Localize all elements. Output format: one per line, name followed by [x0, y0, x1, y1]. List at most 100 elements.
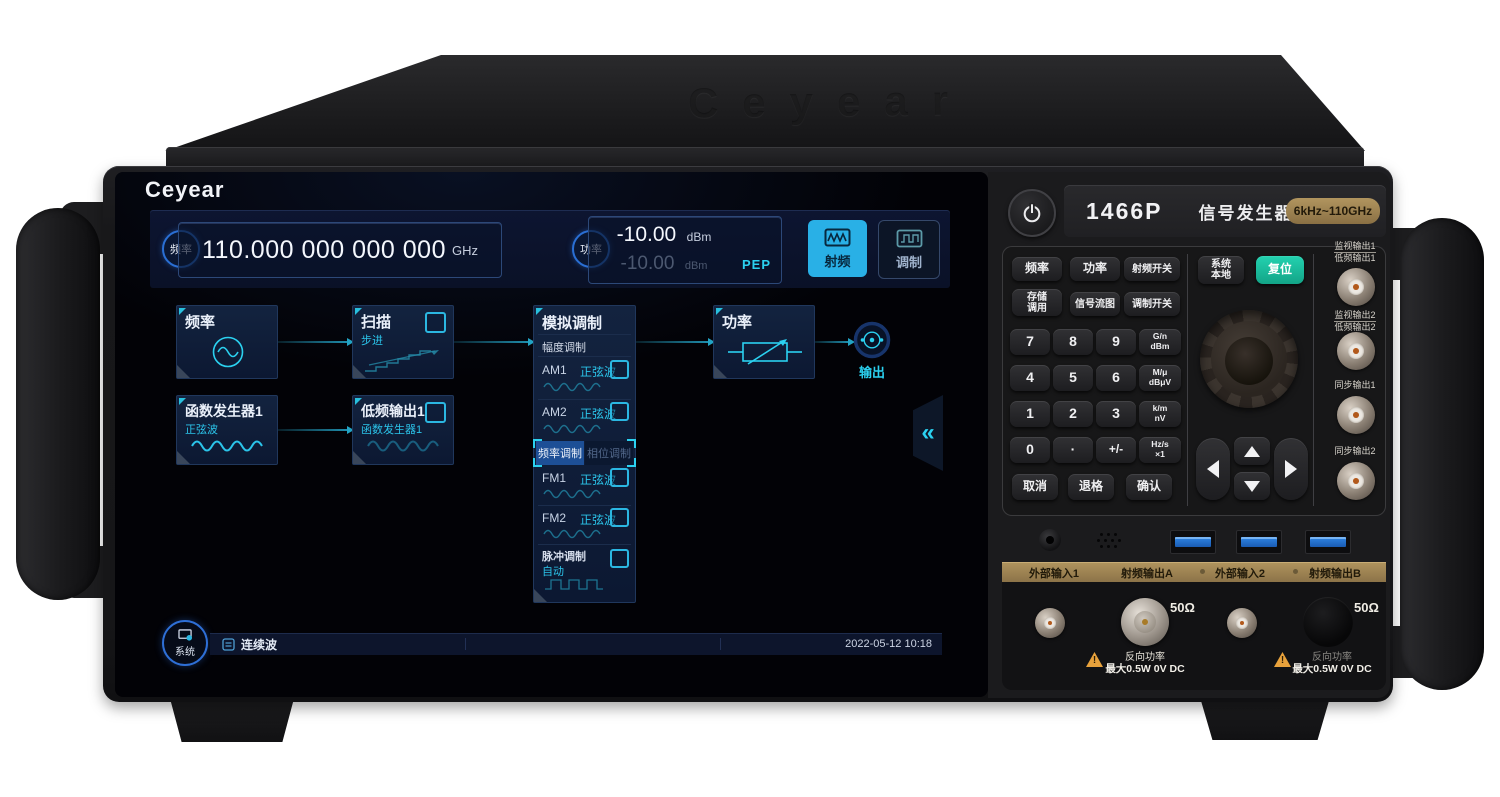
key-2[interactable]: 2 — [1053, 401, 1093, 427]
flow-block-funcgen[interactable]: 函数发生器1 正弦波 — [176, 395, 278, 465]
key-power[interactable]: 功率 — [1070, 257, 1120, 281]
screw — [1200, 569, 1205, 574]
step-sweep-icon — [361, 344, 447, 374]
divider — [538, 399, 631, 400]
am2-checkbox[interactable] — [610, 402, 629, 421]
am1-checkbox[interactable] — [610, 360, 629, 379]
sweep-checkbox[interactable] — [425, 312, 446, 333]
bnc4-label: 同步输出2 — [1318, 446, 1392, 457]
power-display[interactable]: -10.00 dBm -10.00 dBm PEP — [588, 216, 782, 284]
ext-input1-label: 外部输入1 — [1012, 565, 1096, 581]
pulse-checkbox[interactable] — [610, 549, 629, 568]
lfout-title: 低频输出1 — [361, 401, 425, 421]
panel-divider — [1187, 254, 1188, 506]
flow-block-frequency[interactable]: 频率 — [176, 305, 278, 379]
flow-block-power[interactable]: 功率 — [713, 305, 815, 379]
lfout-sine-icon — [365, 436, 443, 456]
am1-wave-icon — [542, 380, 604, 393]
frequency-range-badge: 6kHz~110GHz — [1286, 198, 1380, 224]
key-signal-flow[interactable]: 信号流图 — [1070, 292, 1120, 316]
unit-line2: nV — [1155, 414, 1166, 424]
warn-b-line2: 最大0.5W 0V DC — [1280, 661, 1384, 676]
embossed-brand-logo: Ceyear — [550, 75, 1110, 127]
fm2-checkbox[interactable] — [610, 508, 629, 527]
left-foot — [162, 700, 302, 742]
key-3[interactable]: 3 — [1096, 401, 1136, 427]
key-0[interactable]: 0 — [1010, 437, 1050, 463]
flow-block-lfout[interactable]: 低频输出1 函数发生器1 — [352, 395, 454, 465]
right-handle — [1400, 218, 1484, 690]
usb-tongue — [1175, 537, 1211, 547]
sweep-block-title: 扫描 — [361, 311, 391, 332]
modulation-tab-bar: 频率调制 相位调制 — [535, 441, 634, 465]
key-frequency[interactable]: 频率 — [1012, 257, 1062, 281]
key-store-recall[interactable]: 存储 调用 — [1012, 289, 1062, 316]
system-icon — [178, 629, 193, 642]
key-rf-switch[interactable]: 射频开关 — [1124, 257, 1180, 281]
key-9[interactable]: 9 — [1096, 329, 1136, 355]
key-unit-hzs-x1[interactable]: Hz/s ×1 — [1139, 437, 1181, 463]
key-5[interactable]: 5 — [1053, 365, 1093, 391]
key-confirm[interactable]: 确认 — [1126, 474, 1172, 500]
tab-phase-modulation[interactable]: 相位调制 — [585, 441, 633, 465]
model-plate: 1466P 信号发生器 6kHz~110GHz — [1064, 185, 1386, 237]
left-arrow-icon — [1207, 460, 1219, 478]
system-menu-button[interactable]: 系统 — [162, 620, 208, 666]
panel-divider — [1313, 254, 1314, 506]
lfout-checkbox[interactable] — [425, 402, 446, 423]
arrow-left-key[interactable] — [1196, 438, 1230, 500]
key-plus-minus[interactable]: +/- — [1096, 437, 1136, 463]
output-node[interactable] — [852, 320, 892, 360]
am2-wave-icon — [542, 422, 604, 435]
tab-corner — [533, 439, 542, 448]
bnc-monitor-out-1 — [1337, 268, 1375, 306]
key-unit-km-nv[interactable]: k/m nV — [1139, 401, 1181, 427]
key-unit-gn-dbm[interactable]: G/n dBm — [1139, 329, 1181, 355]
arrow-sweep-to-analog — [452, 341, 529, 343]
rotary-knob[interactable] — [1200, 310, 1298, 408]
arrow-right-key[interactable] — [1274, 438, 1308, 500]
impedance-a-label: 50Ω — [1170, 600, 1195, 615]
numeric-keypad: 7 8 9 G/n dBm 4 5 6 M/μ dBμV 1 2 3 k/m n… — [1010, 329, 1181, 463]
arrow-funcgen-to-lfout — [276, 429, 348, 431]
datetime: 2022-05-12 10:18 — [845, 638, 932, 650]
key-7[interactable]: 7 — [1010, 329, 1050, 355]
arrow-down-key[interactable] — [1234, 472, 1270, 500]
system-key-line2: 本地 — [1211, 270, 1231, 281]
bnc1-l1: 监视输出1 — [1334, 241, 1375, 253]
funcgen-subtitle: 正弦波 — [185, 421, 218, 437]
tab-frequency-modulation[interactable]: 频率调制 — [536, 441, 584, 465]
key-decimal[interactable]: · — [1053, 437, 1093, 463]
tab-corner — [533, 458, 542, 467]
key-1[interactable]: 1 — [1010, 401, 1050, 427]
key-4[interactable]: 4 — [1010, 365, 1050, 391]
bnc-sync-out-2 — [1337, 462, 1375, 500]
key-system-local[interactable]: 系统 本地 — [1198, 256, 1244, 284]
funcgen-title: 函数发生器1 — [185, 401, 263, 421]
frequency-display[interactable]: 110.000 000 000 000 GHz — [178, 222, 502, 278]
rf-toggle-button[interactable]: 射频 — [808, 220, 867, 277]
am1-name: AM1 — [542, 363, 567, 377]
fm1-checkbox[interactable] — [610, 468, 629, 487]
bnc1-label-line2: 低频输出1 — [1318, 253, 1392, 264]
divider — [538, 505, 631, 506]
key-cancel[interactable]: 取消 — [1012, 474, 1058, 500]
key-unit-mu-dbuv[interactable]: M/μ dBμV — [1139, 365, 1181, 391]
arrow-up-key[interactable] — [1234, 437, 1270, 465]
unit-line2: dBm — [1151, 342, 1170, 352]
flow-block-analog-modulation[interactable]: 模拟调制 幅度调制 AM1 正弦波 AM2 正弦波 频率调制 相位调制 — [533, 305, 636, 603]
key-backspace[interactable]: 退格 — [1068, 474, 1114, 500]
key-8[interactable]: 8 — [1053, 329, 1093, 355]
power-button[interactable] — [1008, 189, 1056, 237]
collapse-panel-tab[interactable]: « — [913, 395, 943, 471]
screw — [1293, 569, 1298, 574]
right-arrow-icon — [1285, 460, 1297, 478]
flow-block-sweep[interactable]: 扫描 步进 — [352, 305, 454, 379]
freq-block-title: 频率 — [185, 311, 215, 332]
key-reset[interactable]: 复位 — [1256, 256, 1304, 284]
modulation-toggle-button[interactable]: 调制 — [878, 220, 940, 279]
key-mod-switch[interactable]: 调制开关 — [1124, 292, 1180, 316]
key-6[interactable]: 6 — [1096, 365, 1136, 391]
unit-line2: ×1 — [1155, 450, 1165, 460]
right-foot — [1192, 700, 1338, 740]
